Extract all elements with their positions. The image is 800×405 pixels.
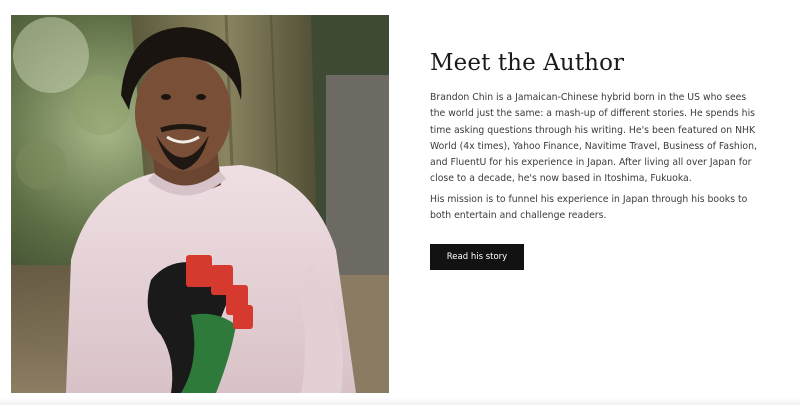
section-divider: [0, 397, 800, 405]
author-portrait-image: [11, 15, 389, 393]
author-mission-paragraph: His mission is to funnel his experience …: [430, 193, 748, 222]
section-title: Meet the Author: [430, 50, 625, 76]
author-info: Meet the Author Brandon Chin is a Jamaic…: [430, 50, 760, 271]
read-his-story-button[interactable]: Read his story: [430, 244, 524, 271]
author-bio-paragraph: Brandon Chin is a Jamaican-Chinese hybri…: [430, 92, 757, 185]
author-photo: [11, 15, 389, 393]
